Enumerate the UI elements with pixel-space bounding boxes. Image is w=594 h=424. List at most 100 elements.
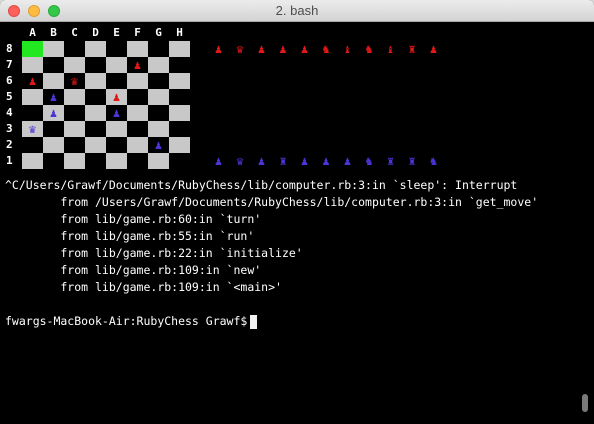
square-e6 bbox=[106, 73, 127, 89]
square-h7 bbox=[169, 57, 190, 73]
square-e1 bbox=[106, 153, 127, 169]
chess-piece-icon: ♟ bbox=[300, 154, 309, 168]
square-d3 bbox=[85, 121, 106, 137]
square-g4 bbox=[148, 105, 169, 121]
square-a8 bbox=[22, 41, 43, 57]
square-b8 bbox=[43, 41, 64, 57]
chess-piece-a3: ♛ bbox=[28, 122, 37, 136]
square-c6: ♛ bbox=[64, 73, 85, 89]
terminal-line: from lib/game.rb:109:in `new' bbox=[5, 263, 262, 277]
file-label-e: E bbox=[113, 26, 120, 39]
file-label-f: F bbox=[134, 26, 141, 39]
square-f2 bbox=[127, 137, 148, 153]
chess-piece-icon: ♝ bbox=[343, 42, 352, 56]
square-f7: ♟ bbox=[127, 57, 148, 73]
square-a6: ♟ bbox=[22, 73, 43, 89]
square-g3 bbox=[148, 121, 169, 137]
square-g7 bbox=[148, 57, 169, 73]
square-e2 bbox=[106, 137, 127, 153]
chess-piece-icon: ♝ bbox=[386, 42, 395, 56]
chess-piece-icon: ♟ bbox=[429, 42, 438, 56]
chess-piece-icon: ♛ bbox=[236, 154, 244, 168]
captured-piece: ♞ bbox=[359, 153, 380, 169]
scrollbar-thumb[interactable] bbox=[582, 394, 588, 412]
square-e3 bbox=[106, 121, 127, 137]
captured-piece: ♜ bbox=[402, 153, 423, 169]
rank-label-8: 8 bbox=[6, 42, 13, 55]
captured-piece: ♞ bbox=[359, 41, 380, 57]
file-label-c: C bbox=[71, 26, 78, 39]
terminal-line: from lib/game.rb:60:in `turn' bbox=[5, 212, 262, 226]
captured-piece: ♟ bbox=[337, 153, 358, 169]
captured-piece: ♞ bbox=[423, 153, 444, 169]
captured-piece: ♟ bbox=[208, 41, 229, 57]
file-label-h: H bbox=[176, 26, 183, 39]
square-b7 bbox=[43, 57, 64, 73]
chess-piece-icon: ♛ bbox=[236, 42, 244, 56]
chess-piece-icon: ♟ bbox=[300, 42, 309, 56]
chess-piece-icon: ♟ bbox=[322, 154, 330, 168]
square-f3 bbox=[127, 121, 148, 137]
square-f4 bbox=[127, 105, 148, 121]
chess-piece-icon: ♞ bbox=[429, 154, 438, 168]
square-h1 bbox=[169, 153, 190, 169]
chess-piece-b5: ♟ bbox=[49, 90, 58, 104]
square-h6 bbox=[169, 73, 190, 89]
square-c1 bbox=[64, 153, 85, 169]
rank-label-3: 3 bbox=[6, 122, 13, 135]
square-g1 bbox=[148, 153, 169, 169]
chess-piece-icon: ♜ bbox=[408, 42, 416, 56]
square-h5 bbox=[169, 89, 190, 105]
rank-label-4: 4 bbox=[6, 106, 13, 119]
window-title: 2. bash bbox=[275, 3, 319, 18]
chess-piece-icon: ♟ bbox=[214, 154, 223, 168]
file-label-d: D bbox=[92, 26, 99, 39]
captured-piece: ♛ bbox=[230, 153, 251, 169]
square-a7 bbox=[22, 57, 43, 73]
captured-piece: ♛ bbox=[230, 41, 251, 57]
chess-piece-icon: ♟ bbox=[214, 42, 223, 56]
square-c2 bbox=[64, 137, 85, 153]
terminal-line: from lib/game.rb:22:in `initialize' bbox=[5, 246, 303, 260]
rank-label-1: 1 bbox=[6, 154, 13, 167]
title-bar[interactable]: 2. bash bbox=[0, 0, 594, 22]
text-cursor bbox=[250, 315, 257, 329]
square-h4 bbox=[169, 105, 190, 121]
square-h3 bbox=[169, 121, 190, 137]
square-c5 bbox=[64, 89, 85, 105]
chess-piece-e4: ♟ bbox=[112, 106, 121, 120]
terminal-content[interactable]: A B C D E F G H 8 7 ♟ 6 ♟ ♛ 5 ♟ ♟ 4 ♟ ♟ 3 ♛ 2 ♟ 1 ♟ ♛ ♟ ♟ ♟ ♞ ♝ ♞ ♝ ♜ ♟ ♟ ♛ ♟ ♜… bbox=[0, 22, 594, 424]
square-g2: ♟ bbox=[148, 137, 169, 153]
captured-piece: ♟ bbox=[294, 153, 315, 169]
square-g6 bbox=[148, 73, 169, 89]
square-d4 bbox=[85, 105, 106, 121]
chess-piece-g2: ♟ bbox=[154, 138, 163, 152]
file-label-b: B bbox=[50, 26, 57, 39]
shell-prompt: fwargs-MacBook-Air:RubyChess Grawf$ bbox=[5, 314, 255, 328]
square-d5 bbox=[85, 89, 106, 105]
captured-piece: ♟ bbox=[423, 41, 444, 57]
captured-piece: ♜ bbox=[273, 153, 294, 169]
square-f1 bbox=[127, 153, 148, 169]
chess-piece-icon: ♞ bbox=[322, 42, 330, 56]
rank-label-5: 5 bbox=[6, 90, 13, 103]
square-e4: ♟ bbox=[106, 105, 127, 121]
chess-piece-icon: ♟ bbox=[257, 154, 266, 168]
chess-piece-a6: ♟ bbox=[28, 74, 37, 88]
terminal-line: from lib/game.rb:55:in `run' bbox=[5, 229, 255, 243]
captured-piece: ♟ bbox=[208, 153, 229, 169]
captured-piece: ♞ bbox=[316, 41, 337, 57]
captured-piece: ♝ bbox=[380, 41, 401, 57]
chess-piece-icon: ♜ bbox=[408, 154, 416, 168]
square-a4 bbox=[22, 105, 43, 121]
square-b4: ♟ bbox=[43, 105, 64, 121]
file-label-a: A bbox=[29, 26, 36, 39]
chess-piece-icon: ♜ bbox=[386, 154, 395, 168]
square-e5: ♟ bbox=[106, 89, 127, 105]
terminal-window: 2. bash A B C D E F G H 8 7 ♟ 6 ♟ ♛ 5 ♟ ♟ 4 ♟ ♟ 3 ♛ 2 ♟ 1 ♟ ♛ ♟ ♟ ♟ ♞ ♝… bbox=[0, 0, 594, 424]
square-a1 bbox=[22, 153, 43, 169]
square-c7 bbox=[64, 57, 85, 73]
captured-piece: ♜ bbox=[402, 41, 423, 57]
square-d2 bbox=[85, 137, 106, 153]
chess-piece-icon: ♞ bbox=[365, 154, 373, 168]
